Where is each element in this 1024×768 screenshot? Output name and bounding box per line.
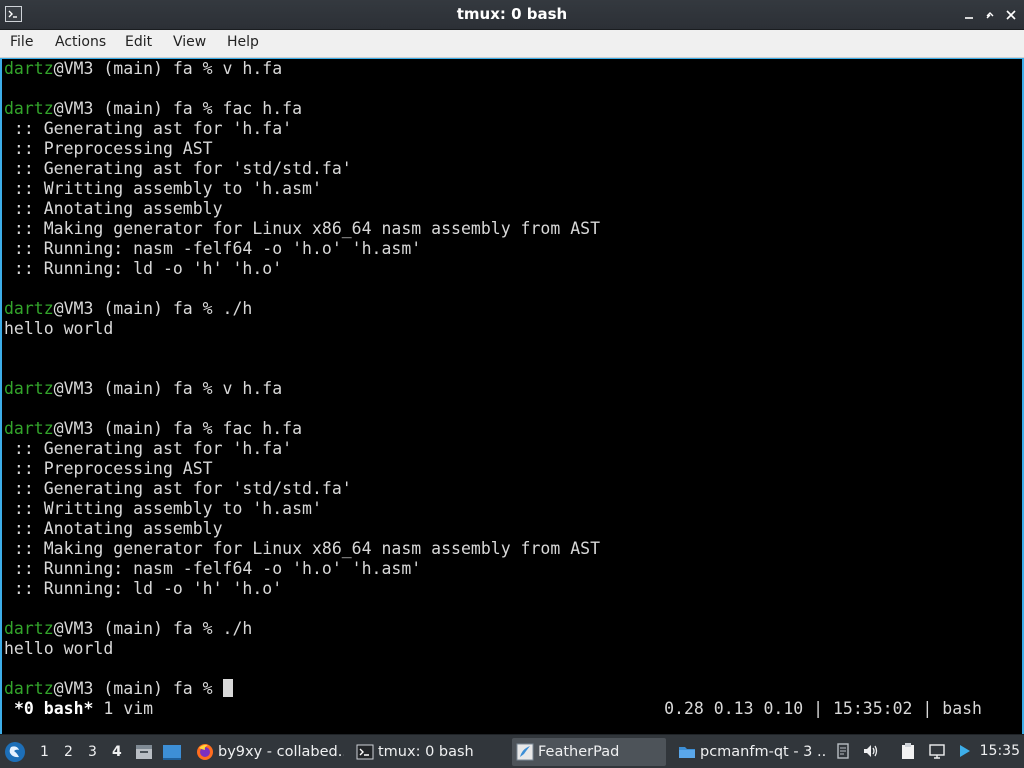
terminal-line: :: Preprocessing AST [4, 459, 213, 478]
desktop-icon[interactable] [162, 743, 182, 761]
workspace-4[interactable]: 4 [112, 744, 122, 760]
tmux-status-right: 0.28 0.13 0.10 | 15:35:02 | bash [664, 699, 982, 718]
terminal-line: dartz@VM3 (main) fa % fac h.fa [4, 99, 303, 118]
terminal-line: :: Generating ast for 'std/std.fa' [4, 159, 352, 178]
terminal-line: dartz@VM3 (main) fa % ./h [4, 619, 253, 638]
terminal-view[interactable]: dartz@VM3 (main) fa % v h.fa dartz@VM3 (… [0, 58, 1024, 734]
menu-actions[interactable]: Actions [53, 34, 108, 50]
workspace-1[interactable]: 1 [40, 744, 49, 760]
terminal-line: :: Generating ast for 'h.fa' [4, 119, 293, 138]
network-icon[interactable] [928, 742, 946, 760]
task-firefox[interactable]: by9xy - collabed... [192, 738, 344, 766]
terminal-line: dartz@VM3 (main) fa % v h.fa [4, 59, 283, 78]
terminal-line: :: Preprocessing AST [4, 139, 213, 158]
menu-help[interactable]: Help [225, 34, 261, 50]
terminal-line: :: Running: nasm -felf64 -o 'h.o' 'h.asm… [4, 559, 422, 578]
terminal-line: :: Making generator for Linux x86_64 nas… [4, 219, 601, 238]
terminal-line: :: Anotating assembly [4, 199, 223, 218]
terminal-line: :: Running: ld -o 'h' 'h.o' [4, 259, 283, 278]
window-title: tmux: 0 bash [456, 5, 568, 23]
terminal-line: :: Writting assembly to 'h.asm' [4, 179, 322, 198]
terminal-line: hello world [4, 319, 114, 338]
task-featherpad[interactable]: FeatherPad [512, 738, 666, 766]
terminal-tray-icon[interactable] [956, 742, 974, 760]
terminal-prompt-line[interactable]: dartz@VM3 (main) fa % [4, 679, 233, 699]
terminal-icon [356, 743, 374, 761]
task-terminal[interactable]: tmux: 0 bash [352, 738, 506, 766]
window-titlebar[interactable]: tmux: 0 bash [0, 0, 1024, 30]
task-pcmanfm[interactable]: pcmanfm-qt - 3 ... [674, 738, 826, 766]
folder-icon [678, 743, 696, 761]
firefox-icon [196, 743, 214, 761]
start-menu-icon[interactable] [4, 741, 26, 763]
terminal-line: :: Generating ast for 'h.fa' [4, 439, 293, 458]
clipboard-manager-icon[interactable] [899, 742, 917, 760]
clock[interactable]: 15:35 [980, 743, 1020, 759]
workspace-3[interactable]: 3 [88, 744, 97, 760]
minimize-icon[interactable] [962, 8, 976, 22]
tmux-window-other[interactable]: 1 vim [93, 699, 153, 718]
terminal-line: dartz@VM3 (main) fa % ./h [4, 299, 253, 318]
close-icon[interactable] [1004, 8, 1018, 22]
archive-icon[interactable] [134, 743, 154, 761]
terminal-line: :: Generating ast for 'std/std.fa' [4, 479, 352, 498]
terminal-line: :: Running: ld -o 'h' 'h.o' [4, 579, 283, 598]
menu-bar: File Actions Edit View Help [0, 30, 1024, 58]
featherpad-icon [516, 743, 534, 761]
menu-view[interactable]: View [171, 34, 208, 50]
terminal-line: :: Anotating assembly [4, 519, 223, 538]
terminal-line: dartz@VM3 (main) fa % fac h.fa [4, 419, 303, 438]
terminal-line: :: Running: nasm -felf64 -o 'h.o' 'h.asm… [4, 239, 422, 258]
tmux-window-list: *0 bash* 1 vim [14, 699, 153, 719]
text-cursor [222, 679, 233, 697]
clipboard-icon[interactable] [834, 742, 852, 760]
taskbar: 1 2 3 4 by9xy - collabed... tmux: 0 bash… [0, 734, 1024, 768]
maximize-icon[interactable] [983, 8, 997, 22]
menu-edit[interactable]: Edit [123, 34, 154, 50]
tmux-window-active[interactable]: *0 bash* [14, 699, 93, 718]
volume-icon[interactable] [862, 742, 880, 760]
workspace-2[interactable]: 2 [64, 744, 73, 760]
terminal-line: :: Making generator for Linux x86_64 nas… [4, 539, 601, 558]
terminal-line: :: Writting assembly to 'h.asm' [4, 499, 322, 518]
terminal-line: dartz@VM3 (main) fa % v h.fa [4, 379, 283, 398]
terminal-line: hello world [4, 639, 114, 658]
menu-file[interactable]: File [8, 34, 35, 50]
